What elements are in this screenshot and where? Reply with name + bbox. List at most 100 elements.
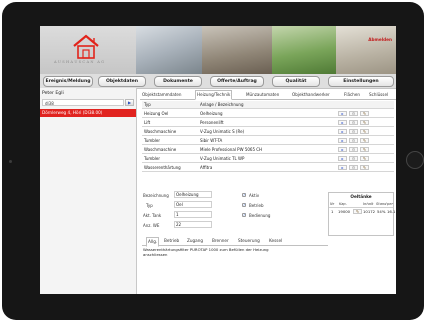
logo-panel: AUSHAUSCAN AG xyxy=(40,26,136,74)
nav-offerte-button[interactable]: Offerte/Auftrag xyxy=(210,76,264,87)
sidebar-selected-object[interactable]: Dörnlerweg 4, Höri (Dl38.00) xyxy=(40,109,136,117)
oel-head-inhalt: Inhalt xyxy=(363,202,374,206)
tab-brenner[interactable]: Brenner xyxy=(212,237,229,245)
edit-icon[interactable]: ✎ xyxy=(360,147,369,152)
tab-flaechen[interactable]: Flächen xyxy=(344,91,360,99)
open-arrow-icon[interactable]: ▸ xyxy=(338,129,347,134)
open-arrow-icon[interactable]: ▸ xyxy=(338,120,347,125)
open-arrow-icon[interactable]: ▸ xyxy=(338,138,347,143)
row-typ: Waschmaschine xyxy=(144,129,177,134)
oel-kap: 19000 xyxy=(338,209,351,214)
row-bezeichnung: Personenlift xyxy=(200,120,224,125)
nav-einstellungen-button[interactable]: Einstellungen xyxy=(328,76,394,87)
oel-head-kap: Kap. xyxy=(339,202,347,206)
table-row[interactable]: Lift Personenlift ▸ ⚙ ✎ xyxy=(142,119,394,127)
row-bezeichnung: Miele Professional PW 5065 CH xyxy=(200,147,263,152)
gear-icon[interactable]: ⚙ xyxy=(349,165,358,170)
betrieb-label: Betrieb xyxy=(249,203,264,208)
object-search-input[interactable]: dl38 xyxy=(42,99,124,106)
we-field[interactable]: 22 xyxy=(174,221,212,228)
oel-divider xyxy=(329,207,393,208)
tablet-frame: AUSHAUSCAN AG Abmelden Ereignis/Meldung … xyxy=(2,2,424,320)
search-go-button[interactable]: ▶ xyxy=(125,99,134,106)
detail-tabs: Allg. Betrieb Zugang Brenner Steuerung K… xyxy=(142,237,328,247)
typ-label: Typ xyxy=(146,203,153,208)
gear-icon[interactable]: ⚙ xyxy=(349,138,358,143)
edit-icon[interactable]: ✎ xyxy=(360,120,369,125)
bezeichnung-field[interactable]: Oelheizung xyxy=(174,191,212,198)
row-typ: Wasserenthärtung xyxy=(144,165,181,170)
nav-dokumente-button[interactable]: Dokumente xyxy=(154,76,202,87)
edit-icon[interactable]: ✎ xyxy=(353,209,362,214)
betrieb-checkbox[interactable]: ✓ xyxy=(242,203,246,207)
row-typ: Lift xyxy=(144,120,151,125)
row-bezeichnung: V-Zug Unimatic TL WP xyxy=(200,156,245,161)
typ-field[interactable]: Oel xyxy=(174,201,212,208)
oel-inhalt: 10172 xyxy=(363,209,376,214)
tab-allg[interactable]: Allg. xyxy=(146,237,160,247)
gear-icon[interactable]: ⚙ xyxy=(349,111,358,116)
header-photo-interior xyxy=(202,26,272,74)
tab-objektstammdaten[interactable]: Objektstammdaten xyxy=(142,91,182,99)
edit-icon[interactable]: ✎ xyxy=(360,111,369,116)
table-row[interactable]: Wasserenthärtung Affitra ▸ ⚙ ✎ xyxy=(142,164,394,172)
logout-link[interactable]: Abmelden xyxy=(368,37,392,42)
gear-icon[interactable]: ⚙ xyxy=(349,147,358,152)
oel-head-stand: Stand xyxy=(376,202,387,206)
oel-per: 16.1 xyxy=(387,209,396,214)
table-row[interactable]: Waschmaschine Miele Professional PW 5065… xyxy=(142,146,394,154)
nav-qualitaet-button[interactable]: Qualität xyxy=(272,76,320,87)
aktiv-checkbox[interactable]: ✓ xyxy=(242,193,246,197)
tab-muenzautomaten[interactable]: Münzautomaten xyxy=(246,91,279,99)
row-typ: Heizung Oel xyxy=(144,111,169,116)
open-arrow-icon[interactable]: ▸ xyxy=(338,165,347,170)
bedienung-checkbox[interactable]: ✓ xyxy=(242,213,246,217)
tab-objekthandwerker[interactable]: Objekthandwerker xyxy=(292,91,330,99)
oel-head-nr: Nr xyxy=(330,202,335,206)
tab-betrieb[interactable]: Betrieb xyxy=(164,237,179,245)
gear-icon[interactable]: ⚙ xyxy=(349,129,358,134)
open-arrow-icon[interactable]: ▸ xyxy=(338,147,347,152)
home-button[interactable] xyxy=(406,151,424,169)
gear-icon[interactable]: ⚙ xyxy=(349,120,358,125)
tab-kessel[interactable]: Kessel xyxy=(269,237,282,245)
tab-steuerung[interactable]: Steuerung xyxy=(238,237,260,245)
object-tabs: Objektstammdaten Heizung/Technik Münzaut… xyxy=(140,90,396,100)
nav-objektdaten-button[interactable]: Objektdaten xyxy=(98,76,146,87)
oel-nr: 1 xyxy=(331,209,334,214)
oel-head-per: per xyxy=(387,202,393,206)
main-nav: Ereignis/Meldung Objektdaten Dokumente O… xyxy=(40,74,396,89)
row-bezeichnung: Sibir WT-TA xyxy=(200,138,223,143)
row-bezeichnung: V-Zug Unimatic S (Re) xyxy=(200,129,245,134)
aktiv-label: Aktiv xyxy=(249,193,260,198)
header-photo-building xyxy=(136,26,202,74)
open-arrow-icon[interactable]: ▸ xyxy=(338,111,347,116)
table-row[interactable]: Tumbler Sibir WT-TA ▸ ⚙ ✎ xyxy=(142,137,394,145)
user-name: Peter Egli xyxy=(42,91,64,96)
edit-icon[interactable]: ✎ xyxy=(360,138,369,143)
we-label: Anz. WE xyxy=(143,223,160,228)
edit-icon[interactable]: ✎ xyxy=(360,165,369,170)
app-screen: AUSHAUSCAN AG Abmelden Ereignis/Meldung … xyxy=(40,26,396,294)
table-row[interactable]: Tumbler V-Zug Unimatic TL WP ▸ ⚙ ✎ xyxy=(142,155,394,163)
front-camera xyxy=(9,160,12,163)
arrow-right-icon: ▶ xyxy=(127,100,132,105)
tab-heizung-technik[interactable]: Heizung/Technik xyxy=(195,90,233,100)
tab-schluessel[interactable]: Schlüssel xyxy=(369,91,388,99)
tab-zugang[interactable]: Zugang xyxy=(187,237,203,245)
table-row[interactable]: Heizung Oel Oelheizung ▸ ⚙ ✎ xyxy=(142,110,394,118)
edit-icon[interactable]: ✎ xyxy=(360,129,369,134)
header-banner: AUSHAUSCAN AG Abmelden xyxy=(40,26,396,74)
row-bezeichnung: Oelheizung xyxy=(200,111,223,116)
oeltanks-title: Oeltänke xyxy=(350,194,372,199)
open-arrow-icon[interactable]: ▸ xyxy=(338,156,347,161)
house-logo-icon xyxy=(73,34,99,59)
table-row[interactable]: Waschmaschine V-Zug Unimatic S (Re) ▸ ⚙ … xyxy=(142,128,394,136)
note-text: Wasserenthärtungsfilter PUROTAP 1000 zum… xyxy=(143,247,269,257)
gear-icon[interactable]: ⚙ xyxy=(349,156,358,161)
nav-ereignis-button[interactable]: Ereignis/Meldung xyxy=(43,76,93,87)
edit-icon[interactable]: ✎ xyxy=(360,156,369,161)
tank-field[interactable]: 1 xyxy=(174,211,212,218)
tank-label: Akt. Tank xyxy=(143,213,162,218)
grid-header: Typ Anlage / Bezeichnung xyxy=(142,101,394,109)
